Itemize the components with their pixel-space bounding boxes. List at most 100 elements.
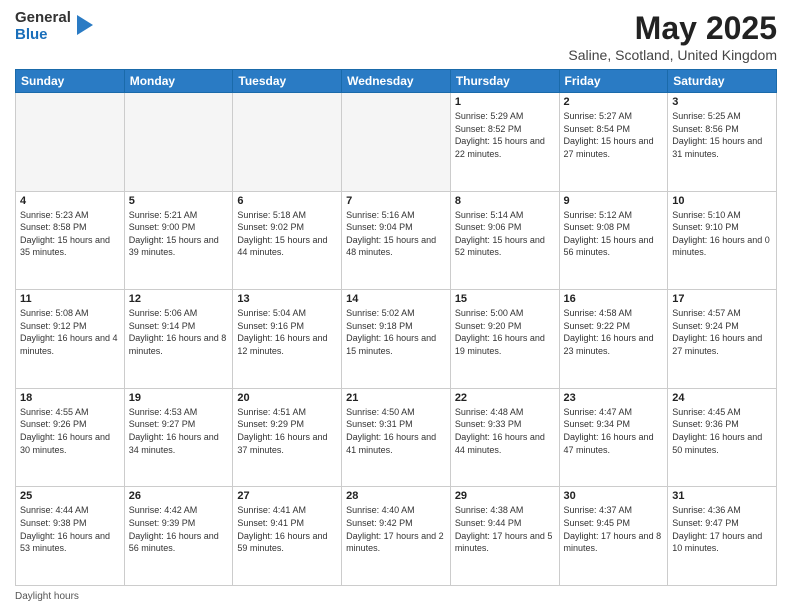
table-row: 20 Sunrise: 4:51 AM Sunset: 9:29 PM Dayl… [233, 388, 342, 487]
sunset-text: Sunset: 9:42 PM [346, 517, 446, 530]
sunset-text: Sunset: 9:06 PM [455, 221, 555, 234]
day-number: 3 [672, 96, 772, 108]
sunrise-text: Sunrise: 5:00 AM [455, 307, 555, 320]
calendar-week-4: 18 Sunrise: 4:55 AM Sunset: 9:26 PM Dayl… [16, 388, 777, 487]
table-row: 13 Sunrise: 5:04 AM Sunset: 9:16 PM Dayl… [233, 290, 342, 389]
day-number: 15 [455, 293, 555, 305]
sunset-text: Sunset: 9:00 PM [129, 221, 229, 234]
day-number: 24 [672, 392, 772, 404]
table-row: 23 Sunrise: 4:47 AM Sunset: 9:34 PM Dayl… [559, 388, 668, 487]
sunrise-text: Sunrise: 4:57 AM [672, 307, 772, 320]
sunset-text: Sunset: 9:34 PM [564, 418, 664, 431]
day-info: Sunrise: 4:47 AM Sunset: 9:34 PM Dayligh… [564, 406, 664, 456]
day-info: Sunrise: 4:42 AM Sunset: 9:39 PM Dayligh… [129, 504, 229, 554]
sunset-text: Sunset: 8:58 PM [20, 221, 120, 234]
daylight-text: Daylight: 16 hours and 59 minutes. [237, 530, 337, 555]
day-number: 8 [455, 195, 555, 207]
daylight-text: Daylight: 16 hours and 23 minutes. [564, 332, 664, 357]
sunrise-text: Sunrise: 5:21 AM [129, 209, 229, 222]
sunset-text: Sunset: 9:44 PM [455, 517, 555, 530]
sunset-text: Sunset: 9:36 PM [672, 418, 772, 431]
day-number: 14 [346, 293, 446, 305]
daylight-text: Daylight: 16 hours and 44 minutes. [455, 431, 555, 456]
title-block: May 2025 Saline, Scotland, United Kingdo… [568, 10, 777, 63]
table-row: 26 Sunrise: 4:42 AM Sunset: 9:39 PM Dayl… [124, 487, 233, 586]
sunset-text: Sunset: 9:10 PM [672, 221, 772, 234]
sunrise-text: Sunrise: 4:42 AM [129, 504, 229, 517]
sunset-text: Sunset: 9:20 PM [455, 320, 555, 333]
day-info: Sunrise: 5:21 AM Sunset: 9:00 PM Dayligh… [129, 209, 229, 259]
page: General Blue May 2025 Saline, Scotland, … [0, 0, 792, 612]
table-row [342, 93, 451, 192]
logo-icon [75, 13, 95, 37]
sunrise-text: Sunrise: 5:10 AM [672, 209, 772, 222]
calendar-week-5: 25 Sunrise: 4:44 AM Sunset: 9:38 PM Dayl… [16, 487, 777, 586]
day-number: 31 [672, 490, 772, 502]
day-info: Sunrise: 5:23 AM Sunset: 8:58 PM Dayligh… [20, 209, 120, 259]
day-info: Sunrise: 5:29 AM Sunset: 8:52 PM Dayligh… [455, 110, 555, 160]
calendar-table: Sunday Monday Tuesday Wednesday Thursday… [15, 69, 777, 586]
daylight-text: Daylight: 15 hours and 31 minutes. [672, 135, 772, 160]
sunrise-text: Sunrise: 4:38 AM [455, 504, 555, 517]
col-tuesday: Tuesday [233, 70, 342, 93]
sunset-text: Sunset: 9:14 PM [129, 320, 229, 333]
sunrise-text: Sunrise: 5:02 AM [346, 307, 446, 320]
day-number: 1 [455, 96, 555, 108]
daylight-text: Daylight: 15 hours and 48 minutes. [346, 234, 446, 259]
sunrise-text: Sunrise: 5:18 AM [237, 209, 337, 222]
col-thursday: Thursday [450, 70, 559, 93]
sunrise-text: Sunrise: 5:04 AM [237, 307, 337, 320]
table-row: 24 Sunrise: 4:45 AM Sunset: 9:36 PM Dayl… [668, 388, 777, 487]
sunrise-text: Sunrise: 4:50 AM [346, 406, 446, 419]
daylight-text: Daylight: 17 hours and 2 minutes. [346, 530, 446, 555]
table-row: 30 Sunrise: 4:37 AM Sunset: 9:45 PM Dayl… [559, 487, 668, 586]
table-row: 21 Sunrise: 4:50 AM Sunset: 9:31 PM Dayl… [342, 388, 451, 487]
table-row: 1 Sunrise: 5:29 AM Sunset: 8:52 PM Dayli… [450, 93, 559, 192]
day-info: Sunrise: 5:25 AM Sunset: 8:56 PM Dayligh… [672, 110, 772, 160]
logo: General Blue [15, 10, 95, 43]
sunset-text: Sunset: 8:56 PM [672, 123, 772, 136]
day-number: 9 [564, 195, 664, 207]
daylight-text: Daylight: 16 hours and 27 minutes. [672, 332, 772, 357]
main-title: May 2025 [568, 10, 777, 47]
sunrise-text: Sunrise: 4:55 AM [20, 406, 120, 419]
sunrise-text: Sunrise: 4:47 AM [564, 406, 664, 419]
sunset-text: Sunset: 9:47 PM [672, 517, 772, 530]
day-info: Sunrise: 4:44 AM Sunset: 9:38 PM Dayligh… [20, 504, 120, 554]
day-info: Sunrise: 5:12 AM Sunset: 9:08 PM Dayligh… [564, 209, 664, 259]
col-saturday: Saturday [668, 70, 777, 93]
sunset-text: Sunset: 9:45 PM [564, 517, 664, 530]
day-info: Sunrise: 4:36 AM Sunset: 9:47 PM Dayligh… [672, 504, 772, 554]
day-number: 29 [455, 490, 555, 502]
day-info: Sunrise: 4:55 AM Sunset: 9:26 PM Dayligh… [20, 406, 120, 456]
day-number: 23 [564, 392, 664, 404]
day-info: Sunrise: 4:51 AM Sunset: 9:29 PM Dayligh… [237, 406, 337, 456]
day-info: Sunrise: 4:37 AM Sunset: 9:45 PM Dayligh… [564, 504, 664, 554]
day-number: 13 [237, 293, 337, 305]
sunset-text: Sunset: 9:41 PM [237, 517, 337, 530]
sunset-text: Sunset: 9:24 PM [672, 320, 772, 333]
day-number: 2 [564, 96, 664, 108]
sunrise-text: Sunrise: 4:51 AM [237, 406, 337, 419]
sunrise-text: Sunrise: 4:45 AM [672, 406, 772, 419]
logo-text: General Blue [15, 10, 71, 43]
sunset-text: Sunset: 9:31 PM [346, 418, 446, 431]
table-row: 16 Sunrise: 4:58 AM Sunset: 9:22 PM Dayl… [559, 290, 668, 389]
table-row [16, 93, 125, 192]
day-info: Sunrise: 5:06 AM Sunset: 9:14 PM Dayligh… [129, 307, 229, 357]
sunrise-text: Sunrise: 5:14 AM [455, 209, 555, 222]
col-friday: Friday [559, 70, 668, 93]
daylight-text: Daylight: 16 hours and 19 minutes. [455, 332, 555, 357]
table-row: 9 Sunrise: 5:12 AM Sunset: 9:08 PM Dayli… [559, 191, 668, 290]
daylight-text: Daylight: 17 hours and 10 minutes. [672, 530, 772, 555]
sunset-text: Sunset: 9:26 PM [20, 418, 120, 431]
daylight-text: Daylight: 15 hours and 22 minutes. [455, 135, 555, 160]
header: General Blue May 2025 Saline, Scotland, … [15, 10, 777, 63]
day-info: Sunrise: 5:14 AM Sunset: 9:06 PM Dayligh… [455, 209, 555, 259]
day-info: Sunrise: 5:18 AM Sunset: 9:02 PM Dayligh… [237, 209, 337, 259]
day-info: Sunrise: 5:10 AM Sunset: 9:10 PM Dayligh… [672, 209, 772, 259]
calendar-week-2: 4 Sunrise: 5:23 AM Sunset: 8:58 PM Dayli… [16, 191, 777, 290]
day-info: Sunrise: 4:58 AM Sunset: 9:22 PM Dayligh… [564, 307, 664, 357]
calendar-week-3: 11 Sunrise: 5:08 AM Sunset: 9:12 PM Dayl… [16, 290, 777, 389]
day-info: Sunrise: 5:00 AM Sunset: 9:20 PM Dayligh… [455, 307, 555, 357]
